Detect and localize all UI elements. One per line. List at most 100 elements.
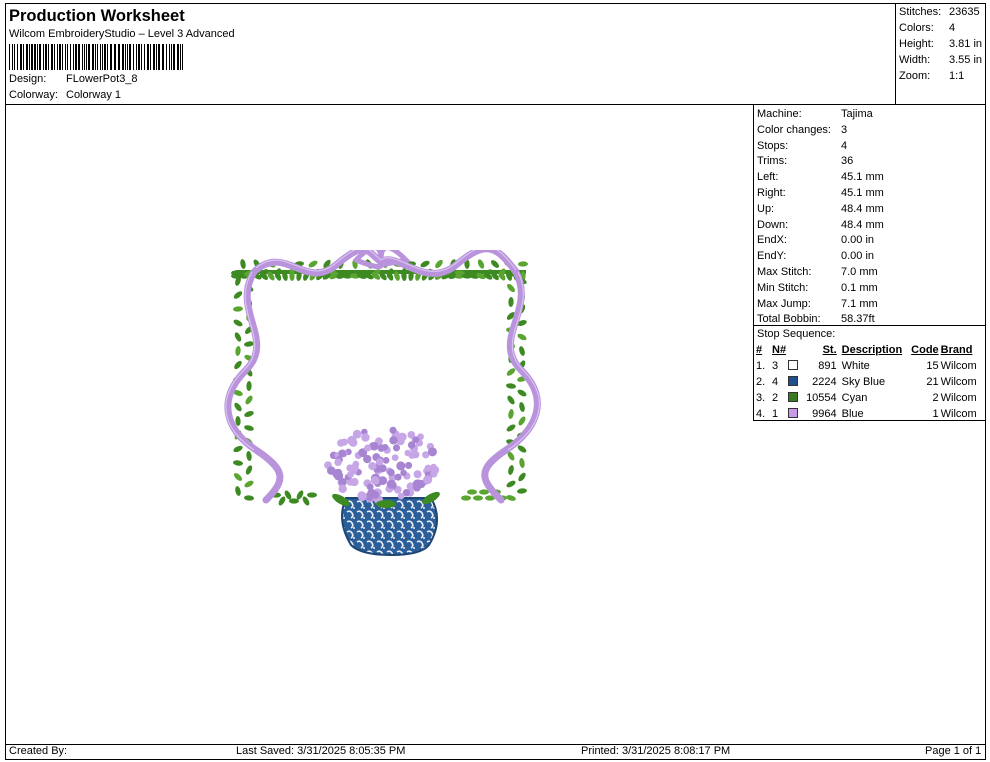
row-brand: Wilcom xyxy=(940,360,977,372)
col-index-header: # xyxy=(756,344,763,356)
info-label: Max Stitch: xyxy=(757,266,812,278)
row-swatch xyxy=(787,406,805,422)
stat-height: Height: 3.81 in xyxy=(899,38,982,50)
row-needle: 2 xyxy=(772,392,779,404)
machine-info-row: Min Stitch: 0.1 mm xyxy=(757,282,878,294)
col-swatch-header xyxy=(787,342,805,358)
color-swatch xyxy=(788,408,799,418)
stat-label: Height: xyxy=(899,38,934,50)
row-stitches: 2224 xyxy=(812,376,837,388)
design-row: Design: FLowerPot3_8 xyxy=(9,73,138,85)
row-index: 3. xyxy=(756,392,766,404)
row-code: 21 xyxy=(926,376,939,388)
created-by: Created By: xyxy=(9,745,68,757)
stat-value: 3.81 in xyxy=(949,38,983,50)
stat-colors: Colors: 4 xyxy=(899,22,955,34)
stat-value: 1:1 xyxy=(949,70,965,82)
worksheet-header: Production Worksheet Wilcom EmbroiderySt… xyxy=(6,4,895,104)
table-row: 2. 4 2224 Sky Blue 21 Wilcom xyxy=(755,374,982,390)
machine-info-row: Left: 45.1 mm xyxy=(757,171,884,183)
row-index: 2. xyxy=(756,376,766,388)
colorway-value: Colorway 1 xyxy=(66,89,122,101)
stat-label: Stitches: xyxy=(899,6,942,18)
machine-info-row: Total Bobbin: 58.37ft xyxy=(757,313,875,325)
machine-info-row: Color changes: 3 xyxy=(757,124,847,136)
stat-value: 3.55 in xyxy=(949,54,983,66)
info-label: Down: xyxy=(757,218,789,231)
info-value: 7.0 mm xyxy=(841,266,878,278)
worksheet-footer: Created By: Last Saved: 3/31/2025 8:05:3… xyxy=(6,745,985,759)
info-label: EndY: xyxy=(757,250,787,263)
info-label: Min Stitch: xyxy=(757,281,809,294)
info-label: Machine: xyxy=(757,108,802,120)
table-row: 4. 1 9964 Blue 1 Wilcom xyxy=(755,406,982,422)
design-preview xyxy=(6,105,753,744)
col-code-header: Code xyxy=(911,344,939,356)
table-header-row: # N# St. Description Code Brand xyxy=(755,342,982,358)
last-saved: Last Saved: 3/31/2025 8:05:35 PM xyxy=(236,745,406,757)
machine-info-row: Machine: Tajima xyxy=(757,108,873,120)
software-name: Wilcom EmbroideryStudio – Level 3 Advanc… xyxy=(9,28,235,40)
row-needle: 3 xyxy=(772,360,779,372)
info-label: Trims: xyxy=(757,155,788,168)
info-value: 48.4 mm xyxy=(841,202,884,215)
design-stats: Stitches: 23635 Colors: 4 Height: 3.81 in W… xyxy=(895,4,986,104)
info-value: 0.00 in xyxy=(841,250,875,263)
info-value: Tajima xyxy=(841,108,873,120)
stat-zoom: Zoom: 1:1 xyxy=(899,70,964,82)
info-label: Max Jump: xyxy=(757,297,811,310)
machine-info-row: Trims: 36 xyxy=(757,155,853,167)
page-title: Production Worksheet xyxy=(9,7,185,25)
stat-label: Width: xyxy=(899,54,931,66)
col-description-header: Description xyxy=(841,344,903,356)
row-code: 15 xyxy=(926,360,939,372)
machine-info-row: Right: 45.1 mm xyxy=(757,187,884,199)
row-stitches: 10554 xyxy=(806,392,837,404)
row-swatch xyxy=(787,374,805,390)
col-needle-header: N# xyxy=(772,344,787,356)
info-label: Total Bobbin: xyxy=(757,313,821,326)
info-value: 0.00 in xyxy=(841,234,875,247)
hydrangea-flowers xyxy=(324,426,440,508)
page-number: Page 1 of 1 xyxy=(925,745,982,757)
row-swatch xyxy=(787,390,805,406)
table-row: 1. 3 891 White 15 Wilcom xyxy=(755,358,982,374)
row-swatch xyxy=(787,358,805,374)
row-stitches: 9964 xyxy=(812,408,837,420)
machine-info-row: EndX: 0.00 in xyxy=(757,234,874,246)
info-value: 45.1 mm xyxy=(841,171,884,184)
info-value: 48.4 mm xyxy=(841,218,884,231)
stat-label: Zoom: xyxy=(899,70,931,82)
worksheet-frame: Production Worksheet Wilcom EmbroiderySt… xyxy=(5,3,986,760)
color-swatch xyxy=(788,376,799,386)
info-value: 0.1 mm xyxy=(841,281,878,294)
info-value: 7.1 mm xyxy=(841,297,878,310)
colorway-row: Colorway: Colorway 1 xyxy=(9,89,121,101)
design-label: Design: xyxy=(9,73,47,85)
row-description: White xyxy=(841,360,870,372)
info-value: 36 xyxy=(841,155,854,168)
info-value: 3 xyxy=(841,123,848,136)
info-label: Color changes: xyxy=(757,123,831,136)
info-label: Right: xyxy=(757,187,786,199)
row-index: 1. xyxy=(756,360,766,372)
stat-label: Colors: xyxy=(899,22,934,34)
info-label: EndX: xyxy=(757,234,787,247)
row-code: 2 xyxy=(932,392,939,404)
row-index: 4. xyxy=(756,408,766,420)
row-stitches: 891 xyxy=(818,360,837,372)
row-brand: Wilcom xyxy=(940,376,977,388)
color-swatch xyxy=(788,360,799,370)
embroidery-design-image xyxy=(224,250,541,557)
info-value: 45.1 mm xyxy=(841,187,884,199)
stat-value: 4 xyxy=(949,22,956,34)
color-swatch xyxy=(788,392,799,402)
stop-sequence-divider xyxy=(754,325,986,326)
info-label: Left: xyxy=(757,171,779,184)
stop-sequence-table: # N# St. Description Code Brand 1. 3 891 Wh… xyxy=(755,342,982,422)
row-description: Blue xyxy=(841,408,864,420)
row-needle: 1 xyxy=(772,408,779,420)
machine-info-panel: Machine: Tajima Color changes: 3 Stops: 4 Trim… xyxy=(753,105,986,422)
col-brand-header: Brand xyxy=(940,344,973,356)
info-value: 4 xyxy=(841,139,848,152)
